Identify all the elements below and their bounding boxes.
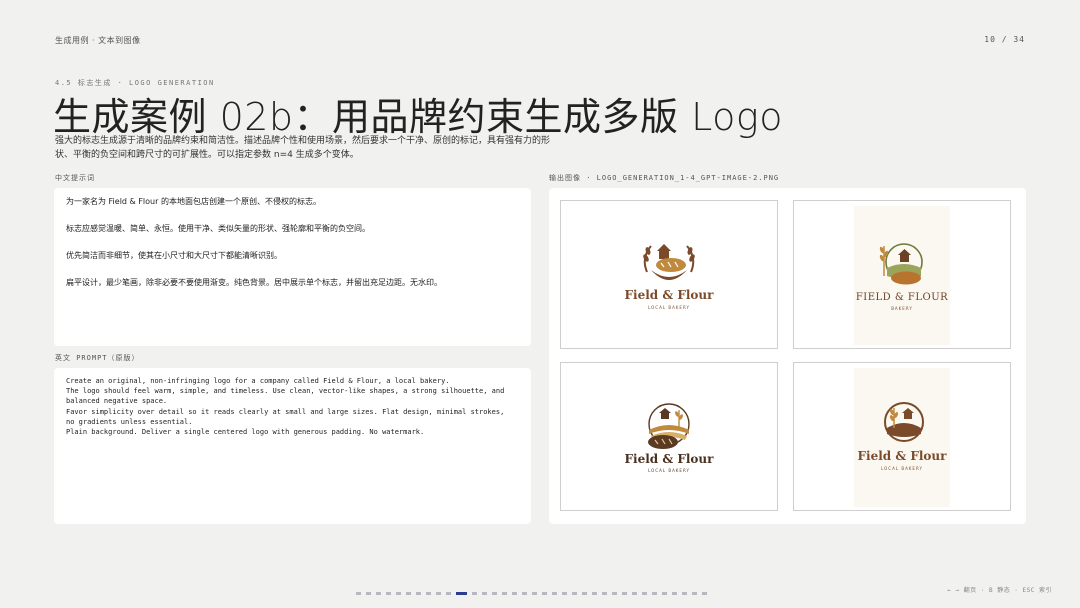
- pager-dot[interactable]: [602, 592, 607, 595]
- logo-brand-name: Field & Flour: [857, 449, 947, 463]
- pager-dot[interactable]: [692, 592, 697, 595]
- pager-dot[interactable]: [436, 592, 441, 595]
- page-title: 生成案例 02b：用品牌约束生成多版 Logo: [53, 95, 783, 139]
- logo-tagline: BAKERY: [891, 306, 913, 311]
- pager-dot[interactable]: [522, 592, 527, 595]
- chinese-prompt-paragraph: 优先简洁而非细节，使其在小尺寸和大尺寸下都能清晰识别。: [66, 251, 282, 260]
- pager-dot[interactable]: [552, 592, 557, 595]
- english-prompt-label: 英文 PROMPT（原版）: [55, 354, 140, 362]
- english-prompt-panel: Create an original, non-infringing logo …: [54, 368, 531, 524]
- chinese-prompt-paragraph: 扁平设计，最少笔画，除非必要不要使用渐变。纯色背景。居中展示单个标志，并留出充足…: [66, 278, 442, 287]
- output-image-panel: Field & Flour LOCAL BAKERY FIELD & FLOUR…: [549, 188, 1026, 524]
- section-description: 强大的标志生成源于清晰的品牌约束和简洁性。描述品牌个性和使用场景，然后要求一个干…: [55, 136, 551, 160]
- breadcrumb: 生成用例 · 文本到图像: [55, 36, 141, 45]
- pager-dot[interactable]: [582, 592, 587, 595]
- pager-dot[interactable]: [642, 592, 647, 595]
- logo-tile[interactable]: Field & Flour LOCAL BAKERY: [560, 362, 778, 511]
- logo-image: Field & Flour LOCAL BAKERY: [854, 368, 950, 507]
- pager-dot[interactable]: [406, 592, 411, 595]
- pager-dot[interactable]: [446, 592, 451, 595]
- pager-dot[interactable]: [482, 592, 487, 595]
- page-number: 10 / 34: [984, 35, 1025, 44]
- logo-image: Field & Flour LOCAL BAKERY: [621, 206, 717, 345]
- pager-dot[interactable]: [632, 592, 637, 595]
- logo-brand-name: Field & Flour: [624, 288, 714, 302]
- chinese-prompt-paragraph: 标志应感觉温暖、简单、永恒。使用干净、类似矢量的形状、强轮廓和平衡的负空间。: [66, 224, 370, 233]
- logo-tile[interactable]: Field & Flour LOCAL BAKERY: [560, 200, 778, 349]
- pager-dot[interactable]: [396, 592, 401, 595]
- pager-dot[interactable]: [612, 592, 617, 595]
- pager-dot[interactable]: [572, 592, 577, 595]
- logo-brand-name: Field & Flour: [624, 452, 714, 466]
- pager-dot[interactable]: [562, 592, 567, 595]
- slide-pager[interactable]: [356, 592, 707, 596]
- pager-dot[interactable]: [386, 592, 391, 595]
- pager-dot[interactable]: [376, 592, 381, 595]
- farmhouse-logo-icon: [879, 243, 923, 285]
- logo-tagline: LOCAL BAKERY: [648, 305, 690, 310]
- chinese-prompt-paragraph: 为一家名为 Field & Flour 的本地面包店创建一个原创、不侵权的标志。: [66, 197, 321, 206]
- pager-dot-active[interactable]: [456, 592, 467, 595]
- pager-dot[interactable]: [356, 592, 361, 595]
- pager-dot[interactable]: [622, 592, 627, 595]
- chinese-prompt-label: 中文提示词: [55, 174, 95, 182]
- farm-loaf-logo-icon: [648, 403, 690, 449]
- pager-dot[interactable]: [492, 592, 497, 595]
- logo-image: Field & Flour LOCAL BAKERY: [621, 368, 717, 507]
- pager-dot[interactable]: [512, 592, 517, 595]
- logo-brand-name: FIELD & FLOUR: [855, 292, 949, 303]
- pager-dot[interactable]: [532, 592, 537, 595]
- english-prompt-text: Create an original, non-infringing logo …: [66, 377, 505, 437]
- logo-tagline: LOCAL BAKERY: [648, 468, 690, 473]
- logo-tile[interactable]: FIELD & FLOUR BAKERY: [793, 200, 1011, 349]
- pager-dot[interactable]: [426, 592, 431, 595]
- ring-wheat-logo-icon: [884, 402, 924, 442]
- logo-image: FIELD & FLOUR BAKERY: [854, 206, 950, 345]
- pager-dot[interactable]: [662, 592, 667, 595]
- pager-dot[interactable]: [502, 592, 507, 595]
- pager-dot[interactable]: [416, 592, 421, 595]
- pager-dot[interactable]: [702, 592, 707, 595]
- keyboard-hints: ← → 翻页 · B 静态 · ESC 索引: [947, 587, 1052, 594]
- pager-dot[interactable]: [672, 592, 677, 595]
- pager-dot[interactable]: [542, 592, 547, 595]
- chinese-prompt-panel: 为一家名为 Field & Flour 的本地面包店创建一个原创、不侵权的标志。…: [54, 188, 531, 346]
- logo-tile[interactable]: Field & Flour LOCAL BAKERY: [793, 362, 1011, 511]
- output-image-label: 输出图像 · LOGO_GENERATION_1-4_GPT-IMAGE-2.P…: [549, 174, 780, 182]
- pager-dot[interactable]: [652, 592, 657, 595]
- pager-dot[interactable]: [592, 592, 597, 595]
- pager-dot[interactable]: [682, 592, 687, 595]
- wheat-wreath-logo-icon: [643, 244, 695, 280]
- pager-dot[interactable]: [472, 592, 477, 595]
- logo-tagline: LOCAL BAKERY: [881, 466, 923, 471]
- pager-dot[interactable]: [366, 592, 371, 595]
